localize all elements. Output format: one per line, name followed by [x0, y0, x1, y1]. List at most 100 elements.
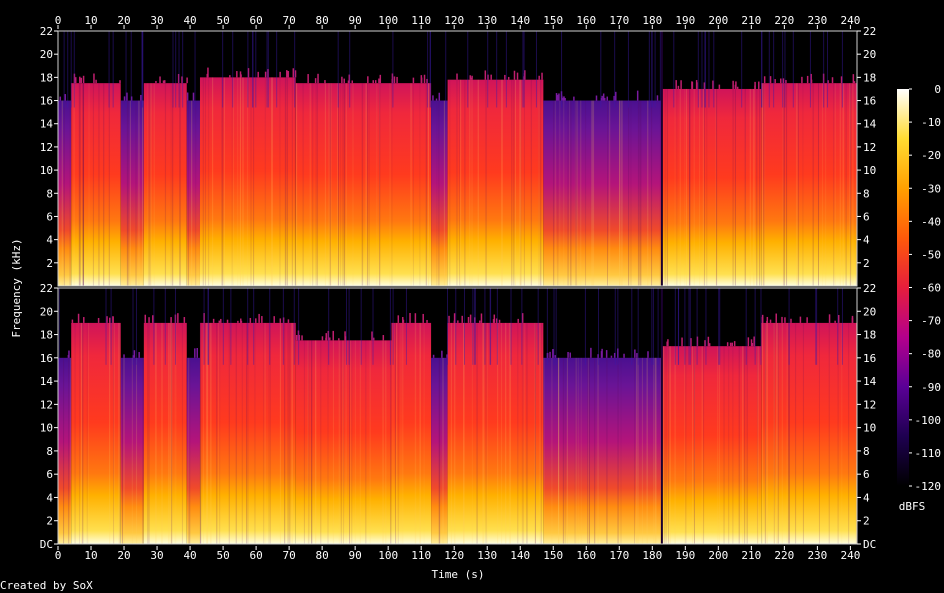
- spectrum-spike: [325, 337, 327, 341]
- spectrum-spike: [317, 73, 319, 84]
- spectrum-streak: [621, 100, 623, 286]
- spectrum-spike: [469, 314, 472, 323]
- spectrum-spike: [602, 93, 605, 101]
- spectrum-spike: [332, 330, 334, 341]
- transient-line: [175, 31, 177, 108]
- spectrum-streak: [485, 79, 487, 286]
- spectrum-spike: [183, 317, 186, 323]
- spectrum-streak: [557, 100, 559, 286]
- colorbar-tick-label: -90: [921, 381, 941, 394]
- spectrum-streak: [585, 100, 587, 286]
- spectrum-spike: [218, 320, 221, 323]
- spectrum-spike: [59, 96, 62, 101]
- spectrum-streak: [469, 79, 471, 286]
- spectrum-spike: [806, 75, 809, 84]
- colorbar-tick-label: -110: [915, 447, 942, 460]
- x-tick-label-top: 190: [675, 14, 695, 27]
- spectrum-streak: [69, 357, 71, 544]
- spectrum-streak: [428, 83, 430, 286]
- transient-line: [67, 31, 69, 108]
- spectrum-spike: [467, 316, 470, 323]
- spectrum-spike: [595, 95, 598, 101]
- transient-line: [741, 31, 743, 108]
- spectrum-spike: [634, 349, 636, 358]
- spectrum-streak: [628, 100, 630, 286]
- transient-line: [141, 31, 143, 108]
- spectrum-streak: [316, 83, 318, 286]
- spectrum-streak: [577, 357, 579, 544]
- spectrum-streak: [142, 357, 144, 544]
- colorbar-tick-label: -20: [921, 149, 941, 162]
- spectrum-streak: [553, 100, 555, 286]
- transient-line: [252, 31, 254, 108]
- spectrum-spike: [573, 96, 575, 101]
- spectrum-segment: [447, 79, 544, 286]
- spectrum-spike: [192, 92, 195, 101]
- spectrum-streak: [425, 83, 427, 286]
- spectrum-streak: [385, 340, 387, 544]
- transient-line: [474, 288, 476, 365]
- spectrum-streak: [523, 79, 525, 286]
- spectrum-streak: [718, 346, 720, 544]
- spectrum-spike: [480, 313, 483, 323]
- spectrum-streak: [580, 100, 582, 286]
- spectrum-spike: [196, 348, 198, 358]
- spectrum-streak: [728, 346, 730, 544]
- spectrum-streak: [161, 322, 163, 544]
- spectrum-streak: [684, 88, 686, 286]
- spectrum-spike: [236, 71, 238, 78]
- spectrum-spike: [600, 351, 603, 358]
- spectrum-streak: [594, 357, 596, 544]
- spectrum-streak: [352, 83, 354, 286]
- spectrum-streak: [749, 88, 751, 286]
- spectrum-spike: [784, 317, 786, 323]
- y-tick-label-right: 4: [863, 491, 870, 504]
- transient-line: [718, 288, 720, 365]
- spectrum-streak: [759, 88, 761, 286]
- spectrum-streak: [79, 322, 81, 544]
- spectrum-streak: [350, 340, 352, 544]
- spectrum-streak: [762, 83, 764, 286]
- spectrum-spike: [732, 80, 734, 89]
- transient-line: [266, 31, 268, 108]
- spectrum-spike: [321, 336, 324, 341]
- x-tick-label-bottom: 120: [444, 549, 464, 562]
- spectrum-spike: [801, 76, 803, 84]
- x-tick-label-bottom: 170: [609, 549, 629, 562]
- x-tick-label-top: 210: [741, 14, 761, 27]
- spectrum-spike: [695, 80, 698, 89]
- spectrum-segment: [662, 346, 762, 544]
- y-tick-label-right: 16: [863, 95, 876, 108]
- spectrum-streak: [777, 322, 779, 544]
- spectrum-streak: [756, 88, 758, 286]
- y-tick-label-left: 18: [40, 71, 53, 84]
- spectrum-spike: [806, 317, 808, 323]
- spectrum-streak: [459, 79, 461, 286]
- transient-line: [841, 31, 843, 108]
- spectrum-spike: [426, 319, 428, 323]
- transient-line: [232, 31, 234, 108]
- spectrum-spike: [733, 341, 736, 347]
- spectrum-streak: [476, 322, 478, 544]
- spectrum-streak: [419, 322, 421, 544]
- transient-line: [627, 31, 629, 108]
- spectrum-streak: [818, 322, 820, 544]
- spectrum-streak: [443, 100, 445, 286]
- spectrum-streak: [676, 88, 678, 286]
- spectrum-streak: [454, 322, 456, 544]
- spectrum-streak: [419, 83, 421, 286]
- spectrum-spike: [754, 85, 756, 89]
- transient-line: [657, 288, 659, 365]
- transient-line: [153, 288, 155, 365]
- spectrum-streak: [485, 322, 487, 544]
- spectrum-segment: [120, 100, 144, 286]
- y-tick-label-left: 2: [46, 257, 53, 270]
- spectrum-streak: [641, 357, 643, 544]
- spectrum-streak: [702, 88, 704, 286]
- spectrum-streak: [200, 322, 202, 544]
- x-tick-label-top: 180: [642, 14, 662, 27]
- spectrum-streak: [850, 83, 852, 286]
- spectrum-streak: [78, 83, 80, 286]
- spectrum-streak: [744, 88, 746, 286]
- spectrum-streak: [279, 322, 281, 544]
